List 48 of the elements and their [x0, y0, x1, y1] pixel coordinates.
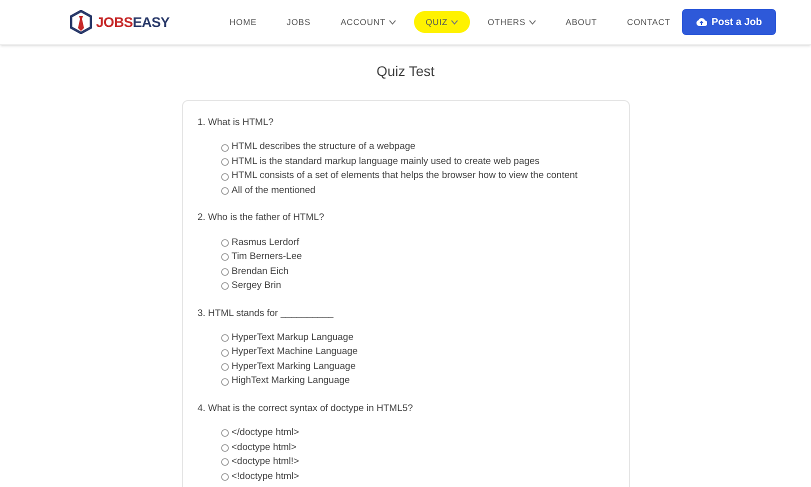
radio-button[interactable] — [220, 172, 228, 180]
radio-button[interactable] — [220, 378, 228, 386]
radio-button[interactable] — [220, 334, 228, 342]
option-label: HTML is the standard markup language mainly used to create web pages — [232, 154, 540, 169]
option-label: HyperText Machine Language — [232, 345, 358, 360]
radio-button[interactable] — [220, 444, 228, 452]
nav-link[interactable]: OTHERS — [476, 10, 548, 34]
option-label: <!doctype html> — [232, 470, 300, 484]
option-label: </doctype html> — [232, 426, 300, 440]
radio-button[interactable] — [220, 363, 228, 371]
nav-link[interactable]: QUIZ — [414, 10, 470, 34]
radio-button[interactable] — [220, 348, 228, 356]
nav-link[interactable]: CONTACT — [615, 10, 682, 34]
radio-button[interactable] — [220, 282, 228, 290]
radio-button[interactable] — [220, 238, 228, 247]
question-text: 4. What is the correct syntax of doctype in HTML5? — [198, 402, 413, 416]
option-label: All of the mentioned — [232, 184, 316, 198]
option-label: <doctype html!> — [232, 455, 300, 470]
question-text: 3. HTML stands for __________ — [198, 306, 334, 320]
page-title: Quiz Test — [376, 62, 435, 81]
nav-link[interactable]: HOME — [217, 10, 269, 34]
radio-button[interactable] — [220, 472, 228, 481]
radio-button[interactable] — [220, 458, 228, 466]
radio-button[interactable] — [220, 253, 228, 262]
question-text: 1. What is HTML? — [198, 116, 274, 130]
radio-button[interactable] — [220, 144, 228, 152]
option-label: Rasmus Lerdorf — [232, 236, 300, 250]
option-label: HTML consists of a set of elements that helps the browser how to view the content — [232, 169, 578, 184]
option-label: HyperText Marking Language — [232, 360, 356, 374]
nav-link[interactable]: ACCOUNT — [328, 10, 408, 34]
radio-button[interactable] — [220, 268, 228, 276]
option-label: HighText Marking Language — [232, 374, 350, 388]
radio-button[interactable] — [220, 158, 228, 166]
option-label: Sergey Brin — [232, 279, 282, 294]
logo-icon — [70, 10, 92, 34]
cloud-upload-icon — [696, 18, 708, 26]
post-job-button[interactable]: Post a Job — [682, 9, 776, 35]
option-label: <doctype html> — [232, 440, 296, 455]
radio-button[interactable] — [220, 187, 228, 195]
nav-link[interactable]: ABOUT — [554, 10, 609, 34]
question-text: 2. Who is the father of HTML? — [198, 211, 324, 226]
nav-link[interactable]: JOBS — [274, 10, 323, 34]
option-label: Brendan Eich — [232, 264, 289, 279]
option-label: HTML describes the structure of a webpage — [232, 140, 416, 154]
brand-name[interactable]: JOBSEASY — [96, 12, 170, 32]
option-label: HyperText Markup Language — [232, 330, 354, 345]
radio-button[interactable] — [220, 429, 228, 438]
option-label: Tim Berners-Lee — [232, 250, 302, 264]
